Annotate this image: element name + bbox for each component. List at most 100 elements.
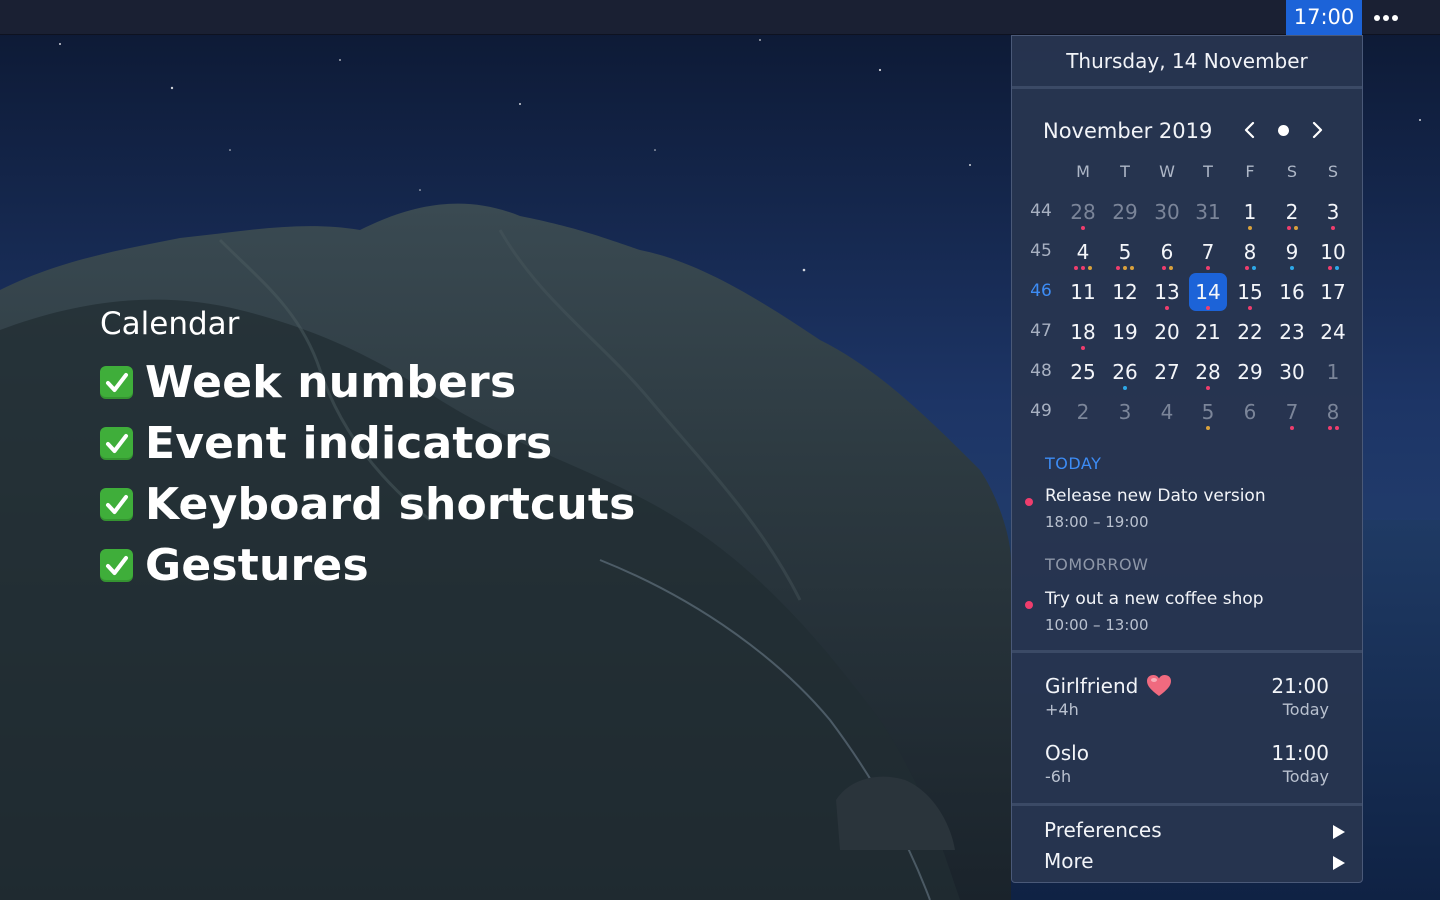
day-cell[interactable]: 19 [1106,313,1144,351]
day-cell[interactable]: 25 [1064,353,1102,391]
day-cell[interactable]: 4 [1064,233,1102,271]
divider [1012,803,1362,806]
day-cell[interactable]: 1 [1231,193,1269,231]
feature-label: Event indicators [145,418,553,469]
feature-label: Keyboard shortcuts [145,479,636,530]
day-cell[interactable]: 11 [1064,273,1102,311]
day-cell[interactable]: 10 [1314,233,1352,271]
day-cell-today[interactable]: 14 [1189,273,1227,311]
day-cell[interactable]: 22 [1231,313,1269,351]
day-cell[interactable]: 23 [1273,313,1311,351]
day-number: 30 [1154,200,1180,224]
event-title: Try out a new coffee shop [1045,589,1264,609]
day-cell[interactable]: 6 [1148,233,1186,271]
event-indicator-dot [1293,226,1298,230]
event-indicator-dot [1327,266,1332,270]
day-number: 11 [1070,280,1096,304]
chevron-right-icon[interactable] [1306,119,1328,141]
event-indicator-dot [1331,226,1335,230]
day-cell[interactable]: 20 [1148,313,1186,351]
day-cell[interactable]: 30 [1148,193,1186,231]
day-cell[interactable]: 12 [1106,273,1144,311]
day-cell[interactable]: 13 [1148,273,1186,311]
event-item[interactable]: Try out a new coffee shop 10:00 – 13:00 [1012,589,1362,637]
tomorrow-section-label: TOMORROW [1045,555,1149,574]
ellipsis-icon[interactable] [1370,0,1402,35]
event-indicator-dot [1161,266,1166,270]
event-indicator-dot [1130,266,1134,270]
event-indicator-dot [1206,266,1210,270]
day-cell[interactable]: 15 [1231,273,1269,311]
preferences-menu-item[interactable]: Preferences [1012,818,1362,848]
day-cell[interactable]: 29 [1231,353,1269,391]
event-indicator-dot [1334,266,1339,270]
week-number: 49 [1030,401,1052,421]
day-cell[interactable]: 26 [1106,353,1144,391]
day-cell[interactable]: 2 [1273,193,1311,231]
event-color-dot [1025,498,1033,506]
event-indicator-dots [1189,386,1227,390]
timezone-offset: +4h [1045,700,1079,719]
menubar-clock[interactable]: 17:00 [1286,0,1362,35]
event-indicator-dot [1251,266,1256,270]
event-indicator-dot [1081,266,1085,270]
day-cell[interactable]: 4 [1148,393,1186,431]
day-number: 20 [1154,320,1180,344]
day-number: 3 [1118,400,1132,424]
event-indicator-dot [1074,266,1078,270]
day-cell[interactable]: 28 [1064,193,1102,231]
day-cell[interactable]: 1 [1314,353,1352,391]
day-cell[interactable]: 8 [1231,233,1269,271]
day-cell[interactable]: 5 [1106,233,1144,271]
event-indicator-dot [1123,386,1127,390]
event-indicator-dots [1273,426,1311,430]
day-cell[interactable]: 6 [1231,393,1269,431]
checkmark-icon [100,366,133,399]
day-cell[interactable]: 28 [1189,353,1227,391]
day-cell[interactable]: 2 [1064,393,1102,431]
timezone-row[interactable]: Girlfriend +4h 21:00 Today [1012,674,1362,724]
event-title: Release new Dato version [1045,486,1266,506]
day-number: 23 [1279,320,1305,344]
day-cell[interactable]: 7 [1273,393,1311,431]
weekday-label: M [1076,162,1090,181]
day-number: 27 [1154,360,1180,384]
day-cell[interactable]: 17 [1314,273,1352,311]
day-cell[interactable]: 9 [1273,233,1311,271]
calendar-header: November 2019 [1012,89,1362,167]
day-number: 24 [1320,320,1346,344]
day-cell[interactable]: 7 [1189,233,1227,271]
timezone-row[interactable]: Oslo -6h 11:00 Today [1012,741,1362,791]
day-cell[interactable]: 3 [1314,193,1352,231]
event-indicator-dots [1231,266,1269,270]
event-indicator-dot [1290,266,1294,270]
day-cell[interactable]: 24 [1314,313,1352,351]
day-cell[interactable]: 16 [1273,273,1311,311]
more-menu-item[interactable]: More [1012,849,1362,879]
event-indicator-dot [1206,386,1210,390]
day-cell[interactable]: 5 [1189,393,1227,431]
day-cell[interactable]: 18 [1064,313,1102,351]
day-cell[interactable]: 27 [1148,353,1186,391]
day-cell[interactable]: 21 [1189,313,1227,351]
feature-list-title: Calendar [100,306,240,342]
preferences-label: Preferences [1044,818,1162,842]
day-number: 12 [1112,280,1138,304]
chevron-left-icon[interactable] [1239,119,1261,141]
event-indicator-dot [1116,266,1120,270]
day-cell[interactable]: 29 [1106,193,1144,231]
day-cell[interactable]: 30 [1273,353,1311,391]
day-number: 17 [1320,280,1346,304]
feature-item: Week numbers [100,352,635,413]
day-number: 25 [1070,360,1096,384]
day-cell[interactable]: 3 [1106,393,1144,431]
calendar-popover: Thursday, 14 November November 2019 M T W T… [1011,35,1363,883]
weekday-header: MTWTFSS [1012,162,1362,182]
today-dot-icon[interactable] [1272,119,1294,141]
day-cell[interactable]: 31 [1189,193,1227,231]
checkmark-icon [100,488,133,521]
event-item[interactable]: Release new Dato version 18:00 – 19:00 [1012,486,1362,534]
event-indicator-dot [1081,226,1085,230]
day-cell[interactable]: 8 [1314,393,1352,431]
event-indicator-dots [1148,306,1186,310]
